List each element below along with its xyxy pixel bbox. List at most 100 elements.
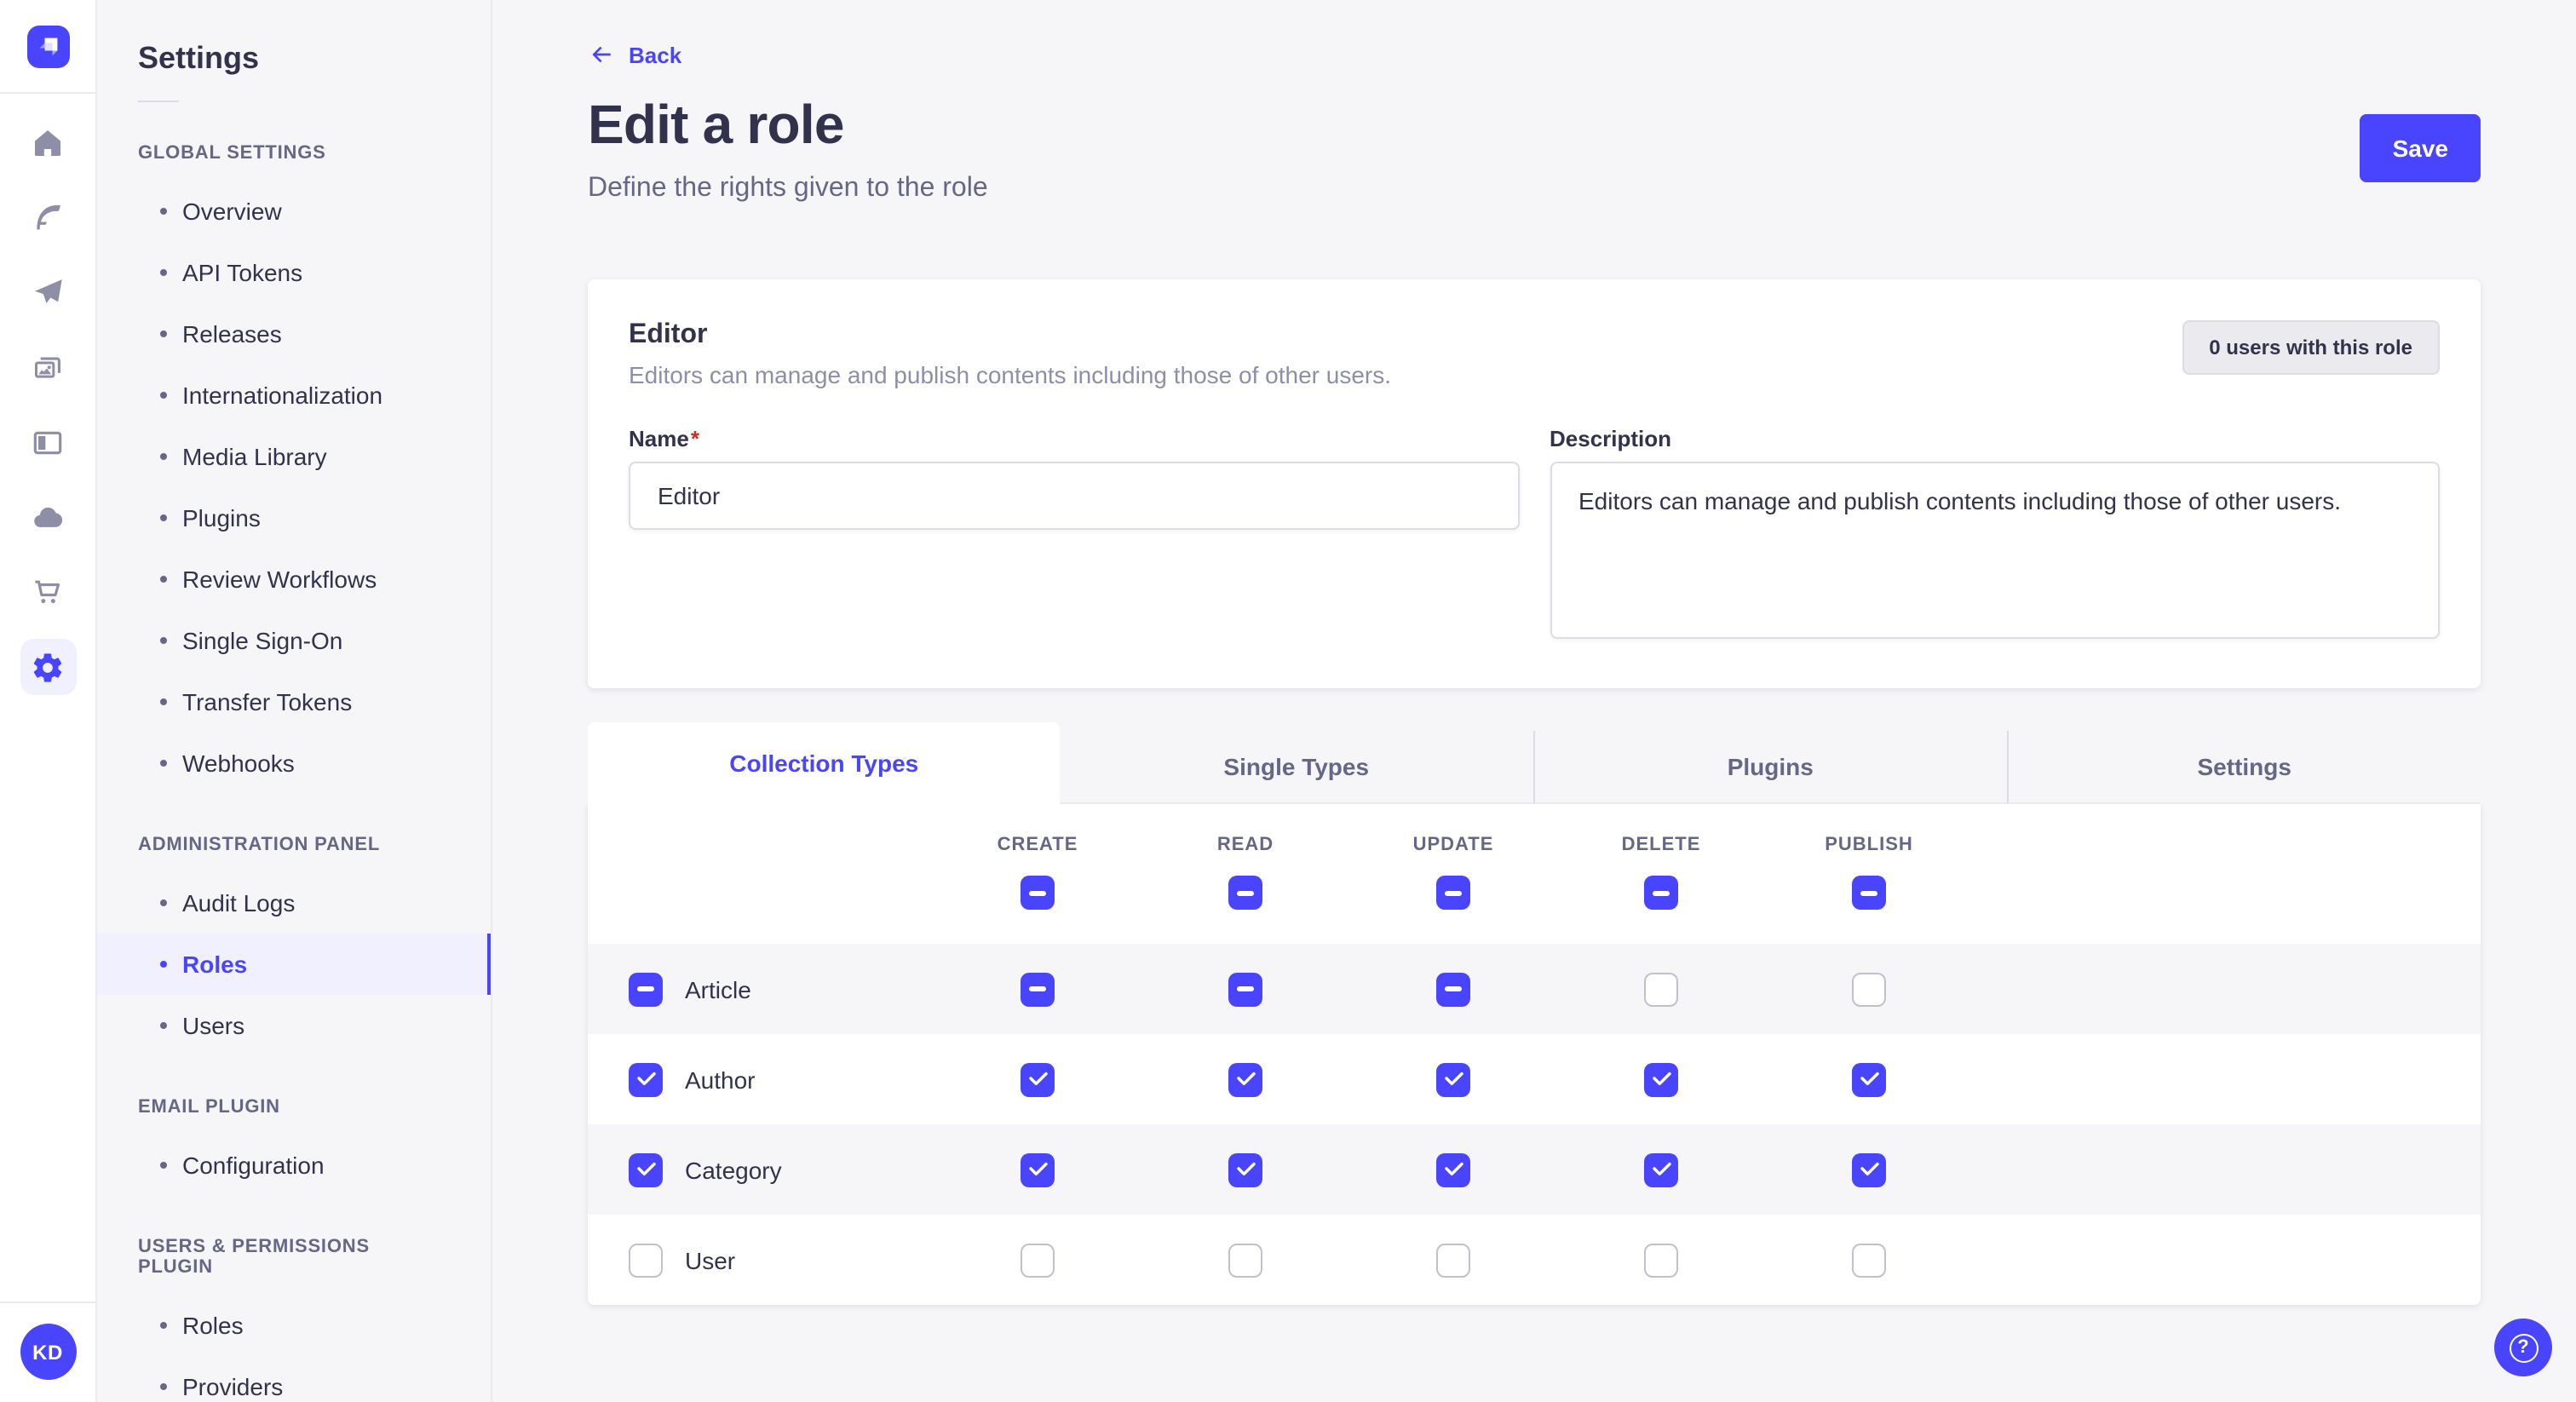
permission-row-user: User — [588, 1215, 2481, 1305]
category-read-checkbox[interactable] — [1228, 1152, 1262, 1187]
category-row-checkbox[interactable] — [629, 1152, 663, 1187]
bullet-dot-icon — [160, 1162, 167, 1169]
author-update-checkbox[interactable] — [1436, 1062, 1470, 1096]
sidebar-item-internationalization[interactable]: Internationalization — [97, 365, 491, 426]
sidebar-item-configuration[interactable]: Configuration — [97, 1135, 491, 1196]
sidebar-item-single-sign-on[interactable]: Single Sign-On — [97, 610, 491, 671]
user-update-checkbox[interactable] — [1436, 1243, 1470, 1277]
sidebar-item-label: Providers — [182, 1373, 283, 1400]
settings-gear-icon[interactable] — [20, 639, 76, 695]
bullet-dot-icon — [160, 698, 167, 705]
sidebar-item-plugins[interactable]: Plugins — [97, 487, 491, 549]
sidebar-item-overview[interactable]: Overview — [97, 181, 491, 242]
permission-cell — [934, 972, 1141, 1006]
arrow-left-icon — [588, 41, 615, 68]
sidebar-item-releases[interactable]: Releases — [97, 303, 491, 365]
select-all-delete-checkbox[interactable] — [1644, 876, 1678, 910]
sidebar-item-label: Configuration — [182, 1152, 325, 1179]
sidebar-item-review-workflows[interactable]: Review Workflows — [97, 549, 491, 610]
article-read-checkbox[interactable] — [1228, 972, 1262, 1006]
indeterminate-dash-icon — [1653, 890, 1670, 895]
permission-cell — [1765, 1243, 1973, 1277]
sidebar-item-webhooks[interactable]: Webhooks — [97, 733, 491, 794]
paper-plane-icon[interactable] — [20, 264, 76, 320]
sidebar-item-users[interactable]: Users — [97, 995, 491, 1056]
home-icon[interactable] — [20, 114, 76, 170]
name-input[interactable] — [629, 462, 1519, 530]
tab-plugins[interactable]: Plugins — [1532, 731, 2007, 804]
row-label: Category — [685, 1156, 782, 1183]
page-header-text: Edit a role Define the rights given to t… — [588, 94, 988, 204]
article-create-checkbox[interactable] — [1021, 972, 1055, 1006]
author-publish-checkbox[interactable] — [1852, 1062, 1886, 1096]
role-form-fields: Name* Description Editors can manage and… — [629, 426, 2440, 647]
user-publish-checkbox[interactable] — [1852, 1243, 1886, 1277]
article-publish-checkbox[interactable] — [1852, 972, 1886, 1006]
main-content: Back Edit a role Define the rights given… — [492, 0, 2576, 1402]
category-create-checkbox[interactable] — [1021, 1152, 1055, 1187]
permissions-table-header: CREATEREADUPDATEDELETEPUBLISH — [588, 804, 2481, 944]
select-all-publish-checkbox[interactable] — [1852, 876, 1886, 910]
indeterminate-dash-icon — [1445, 986, 1462, 991]
sidebar-item-label: Overview — [182, 198, 282, 225]
category-publish-checkbox[interactable] — [1852, 1152, 1886, 1187]
sidebar-item-providers[interactable]: Providers — [97, 1356, 491, 1402]
user-avatar[interactable]: KD — [20, 1324, 76, 1380]
permission-cell — [1141, 1243, 1349, 1277]
tab-settings[interactable]: Settings — [2007, 731, 2481, 804]
tab-collection-types[interactable]: Collection Types — [588, 722, 1061, 804]
category-update-checkbox[interactable] — [1436, 1152, 1470, 1187]
media-library-icon[interactable] — [20, 339, 76, 395]
article-update-checkbox[interactable] — [1436, 972, 1470, 1006]
layout-icon[interactable] — [20, 414, 76, 470]
author-read-checkbox[interactable] — [1228, 1062, 1262, 1096]
category-delete-checkbox[interactable] — [1644, 1152, 1678, 1187]
user-create-checkbox[interactable] — [1021, 1243, 1055, 1277]
user-delete-checkbox[interactable] — [1644, 1243, 1678, 1277]
back-label: Back — [629, 42, 681, 67]
row-label-cell: Author — [629, 1062, 934, 1096]
back-link[interactable]: Back — [588, 41, 681, 68]
feather-icon[interactable] — [20, 189, 76, 245]
sidebar-item-label: Media Library — [182, 443, 327, 470]
name-field-group: Name* — [629, 426, 1519, 647]
settings-sidebar-sections: GLOBAL SETTINGSOverviewAPI TokensRelease… — [97, 143, 491, 1402]
help-button[interactable]: ? — [2494, 1319, 2552, 1376]
sidebar-item-api-tokens[interactable]: API Tokens — [97, 242, 491, 303]
article-row-checkbox[interactable] — [629, 972, 663, 1006]
indeterminate-dash-icon — [1860, 890, 1877, 895]
permission-cell — [1349, 1062, 1557, 1096]
sidebar-item-label: Plugins — [182, 504, 261, 531]
user-read-checkbox[interactable] — [1228, 1243, 1262, 1277]
user-row-checkbox[interactable] — [629, 1243, 663, 1277]
author-create-checkbox[interactable] — [1021, 1062, 1055, 1096]
select-all-read-checkbox[interactable] — [1228, 876, 1262, 910]
settings-sidebar: Settings GLOBAL SETTINGSOverviewAPI Toke… — [97, 0, 492, 1402]
select-all-create-checkbox[interactable] — [1021, 876, 1055, 910]
sidebar-item-label: Review Workflows — [182, 566, 377, 593]
indeterminate-dash-icon — [1029, 986, 1046, 991]
author-delete-checkbox[interactable] — [1644, 1062, 1678, 1096]
cloud-icon[interactable] — [20, 489, 76, 545]
strapi-logo[interactable] — [26, 25, 69, 67]
sidebar-item-label: Roles — [182, 1312, 244, 1339]
permission-cell — [1557, 1152, 1765, 1187]
select-all-update-checkbox[interactable] — [1436, 876, 1470, 910]
article-delete-checkbox[interactable] — [1644, 972, 1678, 1006]
row-label: Author — [685, 1066, 756, 1093]
sidebar-item-audit-logs[interactable]: Audit Logs — [97, 872, 491, 934]
author-row-checkbox[interactable] — [629, 1062, 663, 1096]
sidebar-item-media-library[interactable]: Media Library — [97, 426, 491, 487]
save-button[interactable]: Save — [2360, 114, 2481, 182]
sidebar-item-label: Single Sign-On — [182, 627, 342, 654]
sidebar-item-roles[interactable]: Roles — [97, 934, 491, 995]
permissions-section: Collection TypesSingle TypesPluginsSetti… — [588, 722, 2481, 1305]
tab-single-types[interactable]: Single Types — [1061, 731, 1533, 804]
users-with-role-button[interactable]: 0 users with this role — [2182, 320, 2440, 375]
sidebar-item-roles[interactable]: Roles — [97, 1295, 491, 1356]
description-textarea[interactable]: Editors can manage and publish contents … — [1550, 462, 2440, 639]
cart-icon[interactable] — [20, 564, 76, 620]
role-name-heading: Editor — [629, 320, 1391, 351]
permission-cell — [1141, 972, 1349, 1006]
sidebar-item-transfer-tokens[interactable]: Transfer Tokens — [97, 671, 491, 733]
